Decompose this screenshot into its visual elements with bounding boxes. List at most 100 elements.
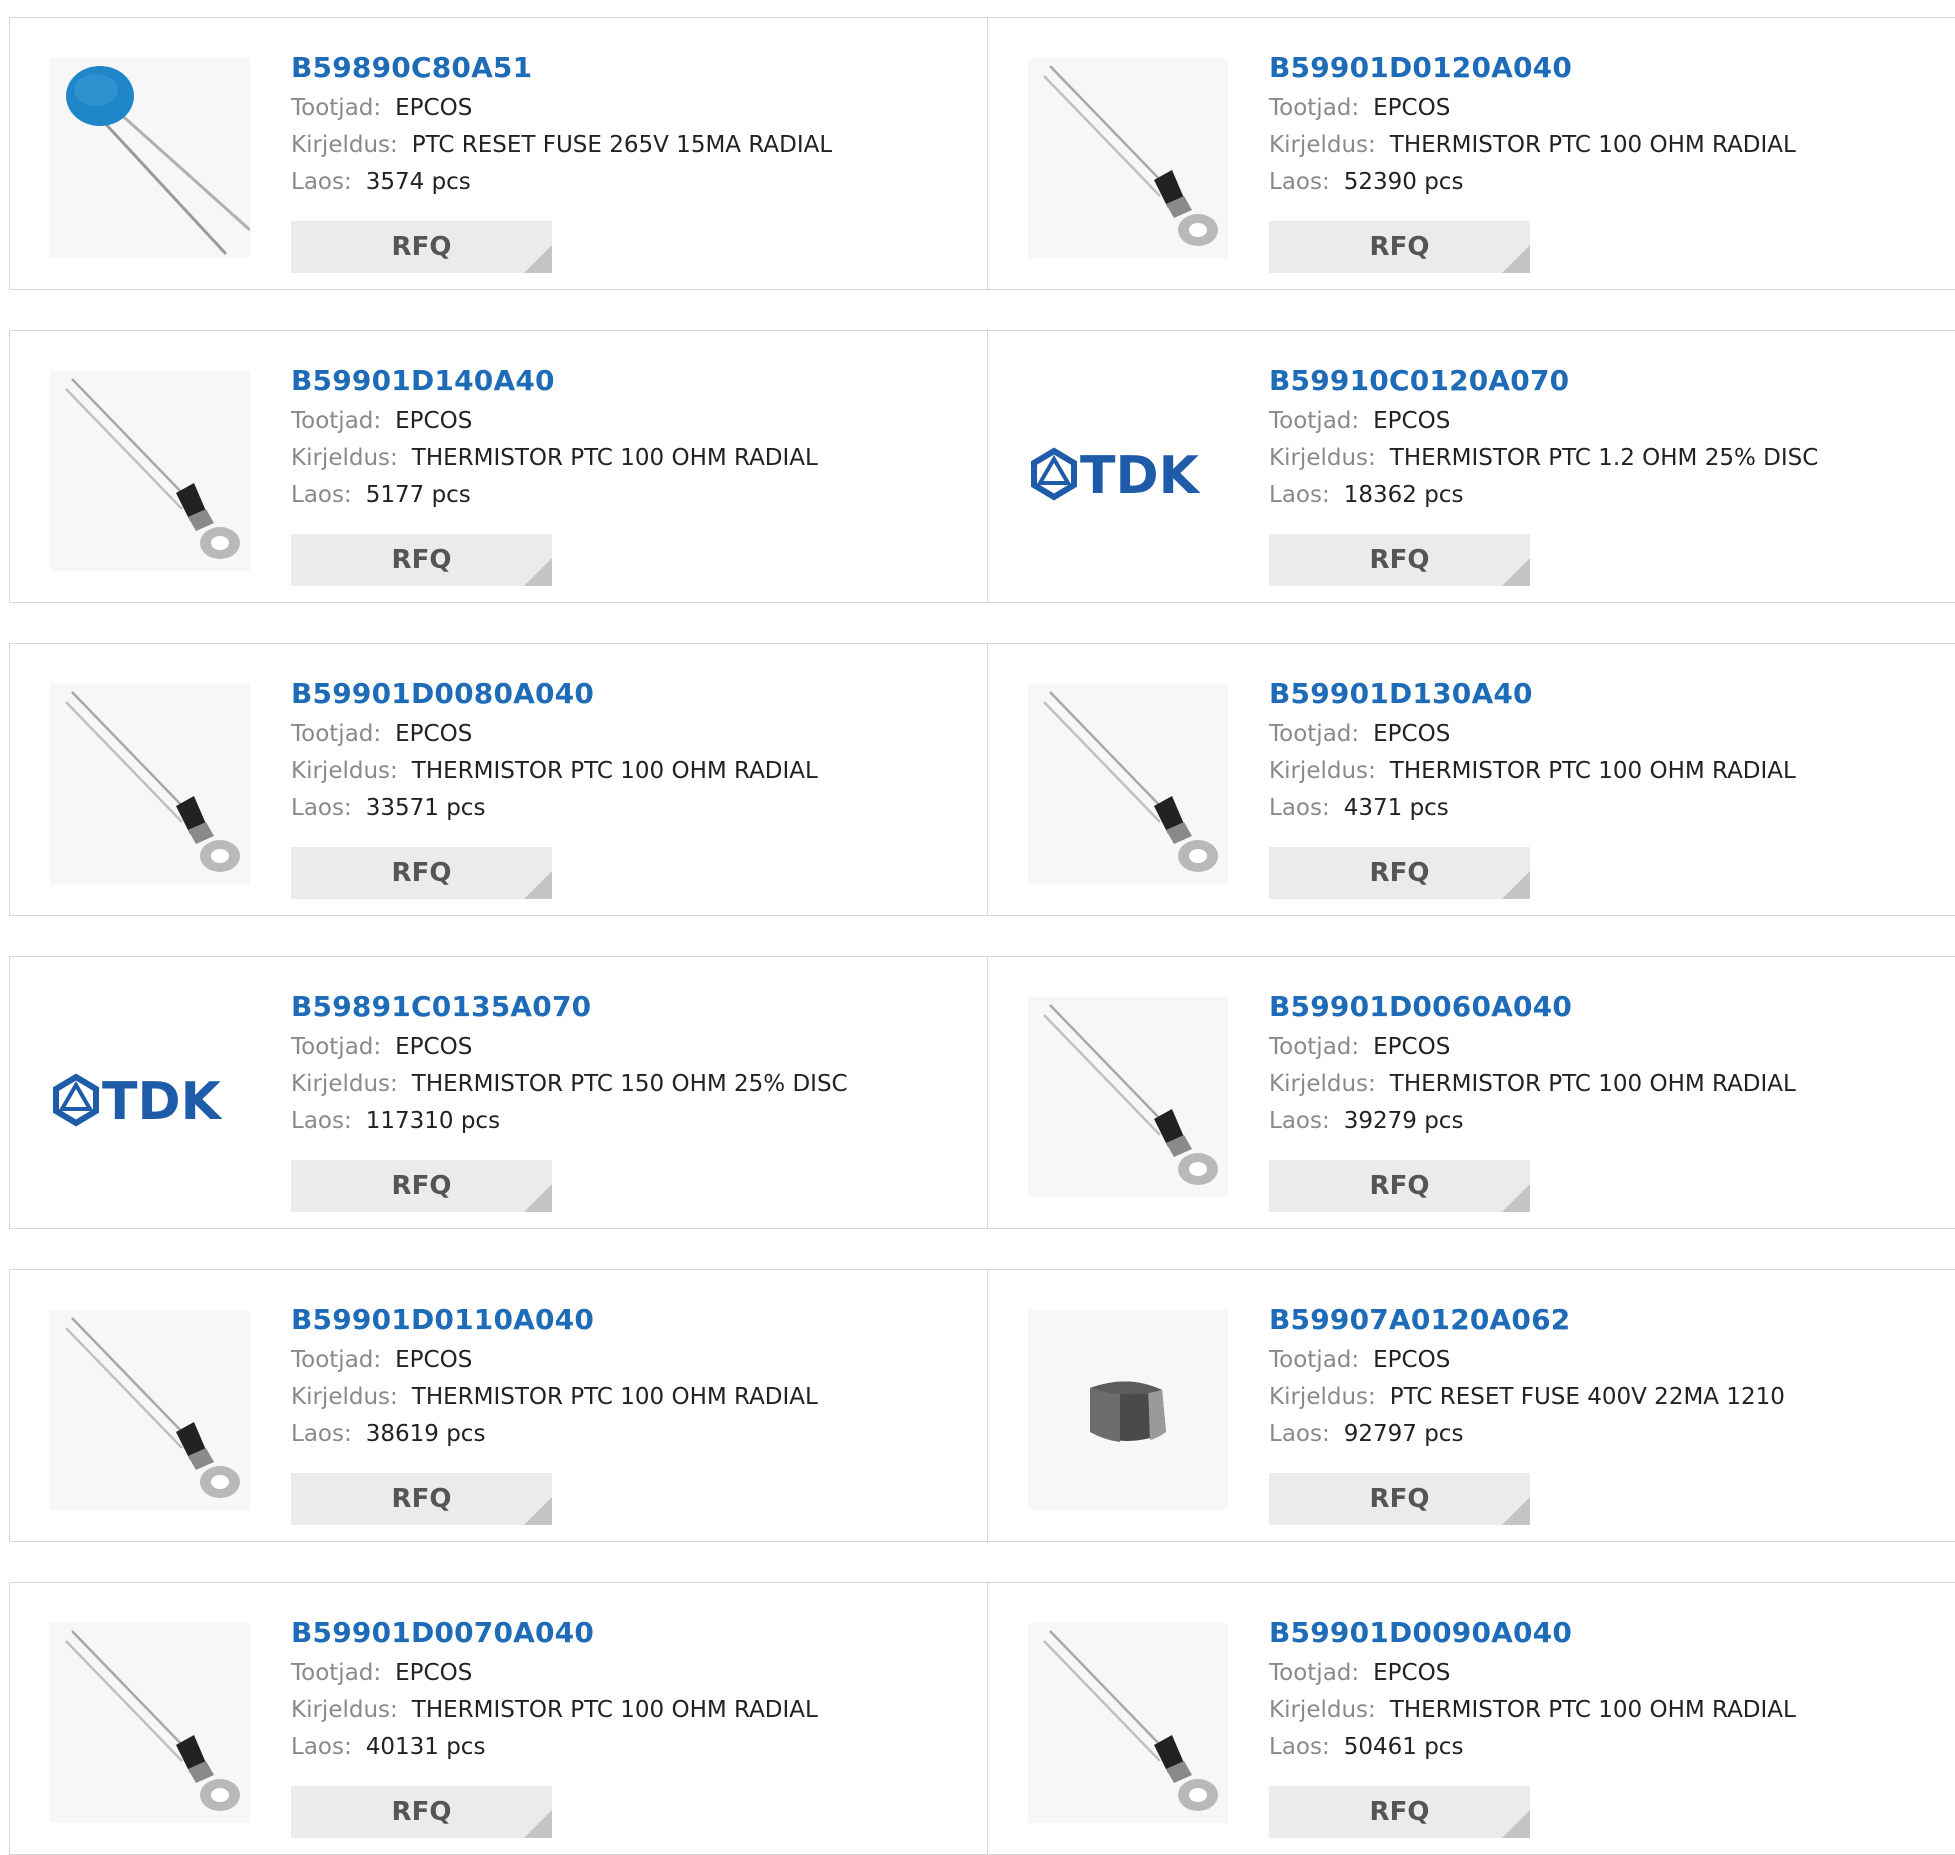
manufacturer-row: Tootjad: EPCOS xyxy=(291,1342,818,1379)
product-card: B59901D0110A040 Tootjad: EPCOS Kirjeldus:… xyxy=(10,1270,988,1541)
product-image[interactable] xyxy=(50,1310,250,1510)
product-card: TDK B59891C0135A070 Tootjad: EPCOS Kirjel… xyxy=(10,957,988,1228)
description-row: Kirjeldus: THERMISTOR PTC 100 OHM RADIAL xyxy=(1269,1066,1796,1103)
description-label: Kirjeldus: xyxy=(1269,445,1376,471)
product-image[interactable] xyxy=(50,371,250,571)
description-label: Kirjeldus: xyxy=(291,132,398,158)
rfq-label: RFQ xyxy=(1369,545,1430,575)
part-number-link[interactable]: B59890C80A51 xyxy=(291,50,832,86)
rfq-button[interactable]: RFQ xyxy=(1269,1473,1530,1525)
stock-label: Laos: xyxy=(1269,1108,1330,1134)
stock-row: Laos: 4371 pcs xyxy=(1269,790,1796,827)
product-image[interactable] xyxy=(1028,684,1228,884)
rfq-button[interactable]: RFQ xyxy=(291,1473,552,1525)
part-number-link[interactable]: B59901D0090A040 xyxy=(1269,1615,1796,1651)
product-card: B59901D0080A040 Tootjad: EPCOS Kirjeldus:… xyxy=(10,644,988,915)
rfq-button[interactable]: RFQ xyxy=(291,1786,552,1838)
description-row: Kirjeldus: PTC RESET FUSE 400V 22MA 1210 xyxy=(1269,1379,1785,1416)
part-number-link[interactable]: B59891C0135A070 xyxy=(291,989,848,1025)
description-value: THERMISTOR PTC 100 OHM RADIAL xyxy=(411,445,818,471)
rfq-button[interactable]: RFQ xyxy=(291,1160,552,1212)
rfq-button[interactable]: RFQ xyxy=(1269,221,1530,273)
description-label: Kirjeldus: xyxy=(291,1697,398,1723)
product-image[interactable]: TDK xyxy=(50,997,250,1197)
stock-row: Laos: 3574 pcs xyxy=(291,164,832,201)
description-row: Kirjeldus: PTC RESET FUSE 265V 15MA RADIA… xyxy=(291,127,832,164)
corner-triangle-icon xyxy=(524,871,552,899)
manufacturer-label: Tootjad: xyxy=(1269,95,1360,121)
stock-label: Laos: xyxy=(291,1734,352,1760)
part-number-link[interactable]: B59901D0060A040 xyxy=(1269,989,1796,1025)
product-image[interactable] xyxy=(50,1623,250,1823)
stock-row: Laos: 39279 pcs xyxy=(1269,1103,1796,1140)
rfq-label: RFQ xyxy=(391,1797,452,1827)
description-row: Kirjeldus: THERMISTOR PTC 100 OHM RADIAL xyxy=(291,753,818,790)
description-label: Kirjeldus: xyxy=(291,445,398,471)
corner-triangle-icon xyxy=(1502,1810,1530,1838)
product-row: B59901D140A40 Tootjad: EPCOS Kirjeldus: TH… xyxy=(9,330,1955,603)
product-image[interactable] xyxy=(50,58,250,258)
rfq-button[interactable]: RFQ xyxy=(1269,1786,1530,1838)
description-value: PTC RESET FUSE 400V 22MA 1210 xyxy=(1389,1384,1785,1410)
stock-label: Laos: xyxy=(1269,482,1330,508)
stock-value: 92797 pcs xyxy=(1343,1421,1464,1447)
description-label: Kirjeldus: xyxy=(1269,1697,1376,1723)
manufacturer-value: EPCOS xyxy=(395,408,473,434)
description-row: Kirjeldus: THERMISTOR PTC 100 OHM RADIAL xyxy=(1269,1692,1796,1729)
product-card: B59890C80A51 Tootjad: EPCOS Kirjeldus: PTC… xyxy=(10,18,988,289)
part-number-link[interactable]: B59901D0070A040 xyxy=(291,1615,818,1651)
stock-label: Laos: xyxy=(291,482,352,508)
description-value: PTC RESET FUSE 265V 15MA RADIAL xyxy=(411,132,833,158)
product-image[interactable] xyxy=(1028,58,1228,258)
rfq-button[interactable]: RFQ xyxy=(291,847,552,899)
manufacturer-row: Tootjad: EPCOS xyxy=(1269,1655,1796,1692)
product-image[interactable] xyxy=(1028,1310,1228,1510)
product-image[interactable] xyxy=(50,684,250,884)
manufacturer-value: EPCOS xyxy=(395,1660,473,1686)
product-info: B59901D130A40 Tootjad: EPCOS Kirjeldus: TH… xyxy=(1269,676,1796,827)
product-image[interactable] xyxy=(1028,1623,1228,1823)
description-value: THERMISTOR PTC 100 OHM RADIAL xyxy=(1389,132,1796,158)
product-image[interactable]: TDK xyxy=(1028,371,1228,571)
rfq-button[interactable]: RFQ xyxy=(1269,534,1530,586)
product-image[interactable] xyxy=(1028,997,1228,1197)
part-number-link[interactable]: B59901D140A40 xyxy=(291,363,818,399)
stock-value: 33571 pcs xyxy=(365,795,486,821)
rfq-label: RFQ xyxy=(391,1484,452,1514)
stock-row: Laos: 92797 pcs xyxy=(1269,1416,1785,1453)
part-number-link[interactable]: B59910C0120A070 xyxy=(1269,363,1818,399)
rfq-label: RFQ xyxy=(391,858,452,888)
manufacturer-value: EPCOS xyxy=(1373,1660,1451,1686)
description-row: Kirjeldus: THERMISTOR PTC 100 OHM RADIAL xyxy=(291,1692,818,1729)
description-value: THERMISTOR PTC 150 OHM 25% DISC xyxy=(411,1071,848,1097)
description-row: Kirjeldus: THERMISTOR PTC 100 OHM RADIAL xyxy=(1269,753,1796,790)
product-info: B59901D0070A040 Tootjad: EPCOS Kirjeldus:… xyxy=(291,1615,818,1766)
description-value: THERMISTOR PTC 1.2 OHM 25% DISC xyxy=(1389,445,1819,471)
description-label: Kirjeldus: xyxy=(1269,132,1376,158)
stock-label: Laos: xyxy=(291,1108,352,1134)
stock-row: Laos: 33571 pcs xyxy=(291,790,818,827)
product-info: B59891C0135A070 Tootjad: EPCOS Kirjeldus:… xyxy=(291,989,848,1140)
description-value: THERMISTOR PTC 100 OHM RADIAL xyxy=(411,1697,818,1723)
stock-label: Laos: xyxy=(291,795,352,821)
product-card: B59901D130A40 Tootjad: EPCOS Kirjeldus: TH… xyxy=(988,644,1955,915)
smd-chip-icon xyxy=(1028,1310,1228,1510)
part-number-link[interactable]: B59907A0120A062 xyxy=(1269,1302,1785,1338)
description-row: Kirjeldus: THERMISTOR PTC 150 OHM 25% DIS… xyxy=(291,1066,848,1103)
part-number-link[interactable]: B59901D0120A040 xyxy=(1269,50,1796,86)
rfq-button[interactable]: RFQ xyxy=(1269,1160,1530,1212)
rfq-button[interactable]: RFQ xyxy=(1269,847,1530,899)
part-number-link[interactable]: B59901D130A40 xyxy=(1269,676,1796,712)
tdk-logo: TDK xyxy=(50,997,250,1197)
description-row: Kirjeldus: THERMISTOR PTC 100 OHM RADIAL xyxy=(1269,127,1796,164)
product-row: B59890C80A51 Tootjad: EPCOS Kirjeldus: PTC… xyxy=(9,17,1955,290)
product-grid: B59890C80A51 Tootjad: EPCOS Kirjeldus: PTC… xyxy=(0,0,1955,1855)
part-number-link[interactable]: B59901D0080A040 xyxy=(291,676,818,712)
corner-triangle-icon xyxy=(524,558,552,586)
corner-triangle-icon xyxy=(524,1184,552,1212)
stock-value: 5177 pcs xyxy=(365,482,471,508)
part-number-link[interactable]: B59901D0110A040 xyxy=(291,1302,818,1338)
rfq-button[interactable]: RFQ xyxy=(291,534,552,586)
rfq-button[interactable]: RFQ xyxy=(291,221,552,273)
stock-value: 38619 pcs xyxy=(365,1421,486,1447)
